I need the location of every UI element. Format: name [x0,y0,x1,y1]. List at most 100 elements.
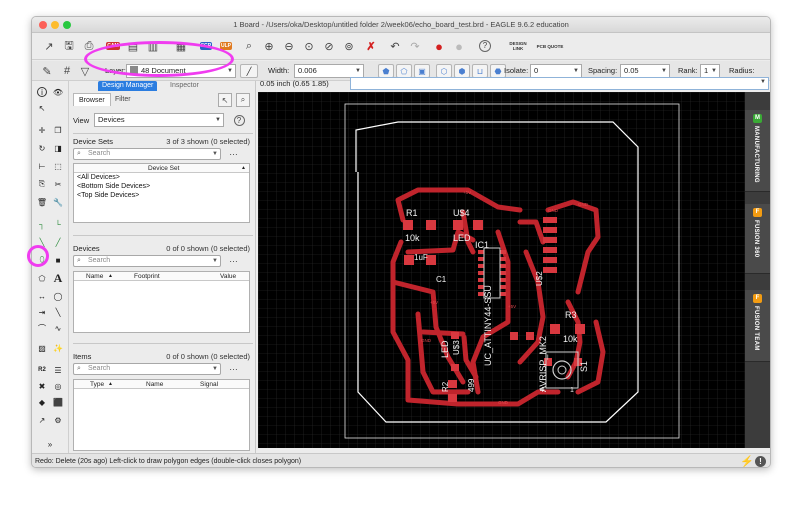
expand-toolbar-icon[interactable]: » [43,437,57,451]
items-search-input[interactable]: ⌕ Search ▼ [73,363,221,375]
command-line-input[interactable]: ▼ [350,77,769,90]
tab-filter[interactable]: Filter [110,93,136,106]
lock-icon[interactable]: ⚙ [51,413,65,427]
errors-icon[interactable]: ✨ [51,341,65,355]
wire-icon[interactable]: ⇥ [35,305,49,319]
tab-inspector[interactable]: Inspector [166,81,203,91]
wire-bend-style-button[interactable]: ╱ [240,64,258,78]
more-options-icon[interactable]: … [229,147,239,157]
polygon-pour-hatch-button[interactable]: ⬠ [396,64,412,78]
change-icon[interactable]: 🔧 [51,195,65,209]
align-icon[interactable]: ⊢ [35,159,49,173]
rank-select[interactable]: 1 ▼ [700,64,720,78]
design-link-button[interactable]: DESIGN LINK [504,37,532,55]
save-icon[interactable]: 🖫 [60,37,78,55]
isolate-field[interactable]: 0 ▼ [530,64,582,78]
label-icon[interactable]: ⬛ [51,395,65,409]
stop-icon[interactable]: ● [430,37,448,55]
ratsnest-cancel-icon[interactable]: ✗ [362,37,380,55]
open-file-icon[interactable]: ↗ [40,37,58,55]
zoom-in-icon[interactable]: ⊕ [260,37,278,55]
rotate-icon[interactable]: ↻ [35,141,49,155]
delete-icon[interactable]: 🗑 [35,195,49,209]
sort-arrow-icon[interactable]: ▲ [108,380,113,389]
smash-icon[interactable]: ✂ [51,177,65,191]
dimension-icon[interactable]: ✖ [35,379,49,393]
more-options-icon[interactable]: … [229,362,239,372]
manufacturing-icon: M [753,114,762,123]
width-field[interactable]: 0.006 ▼ [294,64,364,78]
route-multiple-icon[interactable]: └ [51,217,65,231]
tab-fusion-team[interactable]: F FUSION TEAM [745,290,770,362]
close-window-button[interactable] [39,21,47,29]
polygon-icon[interactable]: ⬠ [35,271,49,285]
rounding-icon[interactable]: R2 [35,363,49,377]
group-icon[interactable]: ⬚ [51,159,65,173]
show-icon[interactable]: 👁 [51,85,65,99]
route-icon[interactable]: ┐ [35,217,49,231]
miter-icon[interactable]: ◆ [35,395,49,409]
split-icon[interactable]: ╱ [51,235,65,249]
spacing-field[interactable]: 0.05 ▼ [620,64,670,78]
board-canvas[interactable]: R1 U$4 10k LED IC1 1uF C1 UC_ATTINY44-SS… [258,92,745,448]
paste-icon[interactable]: ⎘ [35,177,49,191]
attribute-icon[interactable]: ☰ [51,363,65,377]
thermals-off-button[interactable]: ⬢ [454,64,470,78]
stop-command-icon[interactable]: ! [755,456,766,467]
svg-text:UC_ATTINY44-SSU: UC_ATTINY44-SSU [483,285,493,366]
meander-icon[interactable]: ∿ [51,321,65,335]
pointer-select-icon[interactable]: ↖ [218,93,232,107]
drc-icon[interactable]: ▨ [35,341,49,355]
table-row[interactable]: <Top Side Devices> [74,191,249,200]
minimize-window-button[interactable] [51,21,59,29]
undo-icon[interactable]: ↶ [386,37,404,55]
sort-arrow-icon[interactable]: ▲ [241,164,246,173]
help-icon[interactable]: ? [232,113,246,127]
orphans-on-button[interactable]: ⊔ [472,64,488,78]
move-icon[interactable]: ✛ [35,123,49,137]
hole-icon[interactable]: ◎ [51,379,65,393]
zoom-select-icon[interactable]: ⊘ [320,37,338,55]
more-options-icon[interactable]: … [229,254,239,264]
table-row[interactable]: <Bottom Side Devices> [74,182,249,191]
table-row[interactable]: <All Devices> [74,173,249,182]
sort-arrow-icon[interactable]: ▲ [108,272,113,281]
zoom-window-button[interactable] [63,21,71,29]
copy-icon[interactable]: ❐ [51,123,65,137]
width-label: Width: [268,66,290,75]
svg-text:LED: LED [440,340,450,358]
tab-fusion-360[interactable]: F FUSION 360 [745,204,770,274]
via-icon[interactable]: ■ [51,253,65,267]
text-icon[interactable]: A [51,271,65,285]
svg-text:R2: R2 [441,381,450,392]
view-select[interactable]: Devices ▼ [94,113,224,127]
zoom-redraw-icon[interactable]: ⊙ [300,37,318,55]
go-icon[interactable]: ● [450,37,468,55]
thermals-on-button[interactable]: ⬡ [436,64,452,78]
tab-manufacturing[interactable]: M MANUFACTURING [745,110,770,192]
pcb-quote-button[interactable]: PCB QUOTE [536,37,564,55]
optimize-icon[interactable]: ↔ [35,289,49,303]
zoom-last-icon[interactable]: ⊚ [340,37,358,55]
grid-icon[interactable]: # [58,62,76,80]
mirror-icon[interactable]: ◨ [51,141,65,155]
eraser-icon[interactable]: ✎ [38,62,56,80]
tab-design-manager[interactable]: Design Manager [98,81,158,91]
mark-icon[interactable]: ↖ [35,101,49,115]
zoom-fit-icon[interactable]: ⌕ [240,37,258,55]
zoom-selection-icon[interactable]: ⌕ [236,93,250,107]
zoom-out-icon[interactable]: ⊖ [280,37,298,55]
devices-search-input[interactable]: ⌕ Search ▼ [73,255,221,267]
tab-browser[interactable]: Browser [73,93,111,106]
info-icon[interactable]: i [35,85,49,99]
line-icon[interactable]: ╲ [51,305,65,319]
device-sets-search-input[interactable]: ⌕ Search ▼ [73,148,221,160]
lightning-icon[interactable]: ⚡ [740,455,754,467]
redo-icon[interactable]: ↷ [406,37,424,55]
polygon-pour-solid-button[interactable]: ⬟ [378,64,394,78]
arc-icon[interactable]: ⌒ [35,321,49,335]
polygon-orphans-button[interactable]: ▣ [414,64,430,78]
help-icon[interactable]: ? [476,37,494,55]
slice-icon[interactable]: ↗ [35,413,49,427]
circle-icon[interactable]: ◯ [51,289,65,303]
